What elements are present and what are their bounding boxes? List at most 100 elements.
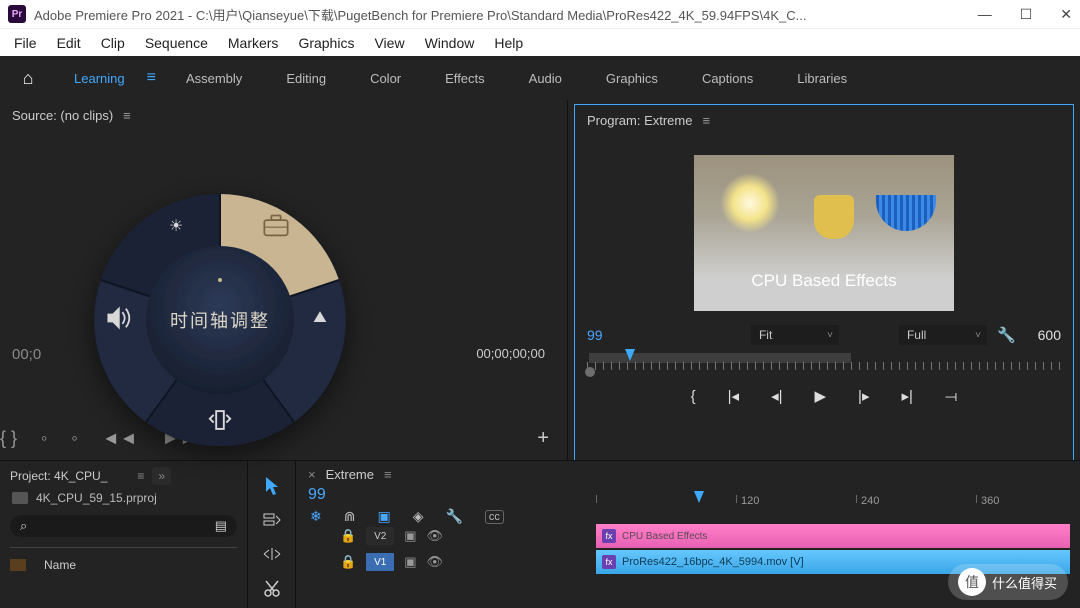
watermark-text: 什么值得买: [992, 573, 1057, 592]
briefcase-icon[interactable]: [262, 212, 290, 240]
source-tab[interactable]: Source: (no clips): [12, 108, 113, 123]
timeline-playhead[interactable]: [694, 491, 704, 503]
project-search[interactable]: ⌕ ▤: [10, 515, 237, 537]
selection-tool[interactable]: [260, 475, 284, 497]
watermark-icon: 值: [958, 568, 986, 596]
timeline-timecode[interactable]: 99: [308, 486, 358, 504]
project-item-chip: [10, 559, 26, 571]
timeline-tab[interactable]: Extreme: [326, 467, 374, 482]
project-filename: 4K_CPU_59_15.prproj: [36, 491, 157, 505]
menu-graphics[interactable]: Graphics: [288, 35, 364, 51]
resolution-select[interactable]: Full: [899, 325, 987, 345]
src-btn-3[interactable]: ◦: [71, 428, 77, 449]
program-ruler[interactable]: [587, 349, 1061, 377]
menu-view[interactable]: View: [364, 35, 414, 51]
settings-icon[interactable]: 🔧: [997, 326, 1016, 344]
fx-badge-icon: fx: [602, 555, 616, 569]
menu-markers[interactable]: Markers: [218, 35, 289, 51]
ws-assembly[interactable]: Assembly: [164, 56, 264, 100]
timeline-ruler[interactable]: 120 240 360: [596, 495, 1060, 515]
brightness-icon[interactable]: ☀: [162, 212, 190, 240]
close-button[interactable]: ✕: [1060, 6, 1072, 23]
v2-label[interactable]: V2: [366, 527, 394, 545]
ws-color[interactable]: Color: [348, 56, 423, 100]
project-panel: Project: 4K_CPU_ ≡ » 4K_CPU_59_15.prproj…: [0, 461, 248, 608]
step-back-button[interactable]: ◂|: [771, 387, 782, 405]
clip-label: ProRes422_16bpc_4K_5994.mov [V]: [622, 556, 804, 568]
menubar: File Edit Clip Sequence Markers Graphics…: [0, 28, 1080, 56]
program-frame-counter[interactable]: 99: [587, 327, 603, 343]
swap-vertical-icon[interactable]: [206, 406, 234, 434]
mark-in-button[interactable]: {: [691, 388, 696, 405]
menu-window[interactable]: Window: [415, 35, 485, 51]
program-tab[interactable]: Program: Extreme: [587, 113, 692, 128]
tools-panel: [248, 461, 296, 608]
menu-edit[interactable]: Edit: [47, 35, 91, 51]
clip-cpu-effects[interactable]: fx CPU Based Effects: [596, 524, 1070, 548]
v1-eye-icon[interactable]: 👁: [426, 554, 443, 570]
ws-editing[interactable]: Editing: [264, 56, 348, 100]
menu-clip[interactable]: Clip: [91, 35, 135, 51]
play-button[interactable]: ▶: [815, 387, 827, 405]
v1-lock-icon[interactable]: 🔒: [340, 554, 356, 570]
folder-icon: [12, 492, 28, 504]
v1-toggle-output-icon[interactable]: ▣: [404, 554, 416, 570]
ws-effects[interactable]: Effects: [423, 56, 507, 100]
razor-tool[interactable]: [260, 577, 284, 599]
menu-file[interactable]: File: [4, 35, 47, 51]
landscape-icon[interactable]: ⛰: [306, 304, 334, 332]
src-btn-2[interactable]: ◦: [41, 428, 47, 449]
video-cup: [814, 195, 854, 239]
ws-menu-icon[interactable]: ≡: [147, 69, 164, 87]
titlebar: Pr Adobe Premiere Pro 2021 - C:\用户\Qians…: [0, 0, 1080, 28]
v2-lock-icon[interactable]: 🔒: [340, 528, 356, 544]
track-select-tool[interactable]: [260, 509, 284, 531]
source-panel-menu-icon[interactable]: ≡: [123, 108, 131, 123]
ripple-edit-tool[interactable]: [260, 543, 284, 565]
zoom-fit-select[interactable]: Fit: [751, 325, 839, 345]
video-overlay-text: CPU Based Effects: [694, 271, 954, 291]
v1-label[interactable]: V1: [366, 553, 394, 571]
filter-bin-icon[interactable]: ▤: [215, 518, 227, 534]
ruler-start-handle[interactable]: [585, 367, 595, 377]
maximize-button[interactable]: ☐: [1020, 6, 1033, 23]
ws-libraries[interactable]: Libraries: [775, 56, 869, 100]
export-frame-button[interactable]: ⟞: [945, 388, 957, 405]
project-menu-icon[interactable]: ≡: [137, 469, 144, 483]
captions-icon[interactable]: cc: [485, 510, 504, 524]
goto-in-button[interactable]: |◂: [728, 387, 739, 405]
src-add-button[interactable]: +: [537, 427, 549, 450]
ws-graphics[interactable]: Graphics: [584, 56, 680, 100]
ruler-mark-120: 120: [741, 495, 759, 507]
timeline-close-icon[interactable]: ×: [308, 467, 316, 482]
home-icon[interactable]: ⌂: [4, 68, 52, 89]
ws-learning[interactable]: Learning: [52, 56, 147, 100]
source-out-timecode: 00;00;00;00: [476, 346, 545, 361]
name-column-header[interactable]: Name: [44, 558, 76, 572]
program-panel: Program: Extreme ≡ CPU Based Effects 99 …: [574, 104, 1074, 460]
menu-sequence[interactable]: Sequence: [135, 35, 218, 51]
program-transport: { |◂ ◂| ▶ |▸ ▸| ⟞: [587, 379, 1061, 413]
minimize-button[interactable]: —: [978, 6, 992, 23]
video-light: [720, 173, 780, 233]
ws-audio[interactable]: Audio: [507, 56, 584, 100]
workspace-bar: ⌂ Learning ≡ Assembly Editing Color Effe…: [0, 56, 1080, 100]
timeline-menu-icon[interactable]: ≡: [384, 467, 392, 482]
goto-out-button[interactable]: ▸|: [901, 387, 912, 405]
ruler-mark-240: 240: [861, 495, 879, 507]
program-panel-menu-icon[interactable]: ≡: [702, 113, 710, 128]
v2-eye-icon[interactable]: 👁: [426, 528, 443, 544]
src-btn-1[interactable]: { }: [0, 428, 17, 449]
v2-toggle-output-icon[interactable]: ▣: [404, 528, 416, 544]
search-icon: ⌕: [20, 518, 27, 534]
project-tab[interactable]: Project: 4K_CPU_: [10, 469, 107, 483]
volume-icon[interactable]: [106, 304, 134, 332]
radial-menu[interactable]: 时间轴调整 ☀ ⛰: [90, 190, 350, 450]
project-overflow-icon[interactable]: »: [152, 467, 171, 485]
app-badge: Pr: [8, 5, 26, 23]
menu-help[interactable]: Help: [484, 35, 533, 51]
ws-captions[interactable]: Captions: [680, 56, 775, 100]
program-monitor[interactable]: CPU Based Effects: [694, 155, 954, 311]
window-title: Adobe Premiere Pro 2021 - C:\用户\Qianseyu…: [34, 5, 806, 24]
step-fwd-button[interactable]: |▸: [858, 387, 869, 405]
